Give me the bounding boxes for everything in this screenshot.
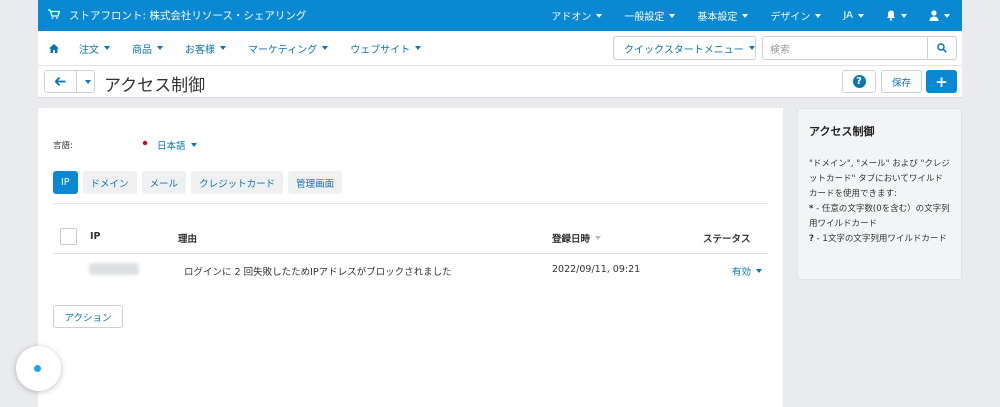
chevron-down-icon (85, 79, 91, 84)
language-label: 言語: (53, 141, 73, 151)
back-button[interactable] (44, 70, 95, 93)
chevron-down-icon (415, 46, 422, 50)
arrow-left-icon[interactable] (45, 71, 77, 92)
table-row: ログインに 2 回失敗したためIPアドレスがブロックされました 2022/09/… (53, 255, 768, 285)
table-header: IP 理由 登録日時 ステータス (53, 226, 768, 254)
chevron-down-icon (742, 13, 749, 18)
chat-logo-icon (34, 365, 41, 372)
menu-design[interactable]: デザイン (770, 8, 822, 23)
add-button[interactable]: + (926, 70, 957, 93)
chevron-down-icon (157, 46, 163, 50)
row-status-dropdown[interactable]: 有効 (732, 264, 763, 278)
storefront-selector[interactable]: ストアフロント: 株式会社リソース・シェアリング (38, 8, 306, 23)
sidebar-text: "ドメイン", "メール" および "クレジットカード" タブにおいてワイルドカ… (809, 157, 950, 247)
tab-domain[interactable]: ドメイン (82, 171, 137, 194)
menu-general-settings[interactable]: 一般設定 (624, 8, 676, 23)
select-all-checkbox[interactable] (60, 228, 77, 245)
main-panel: 言語: 日本語 IP ドメイン メール クレジットカード 管理画面 IP 理由 … (38, 108, 783, 407)
sidebar-title: アクセス制御 (809, 125, 875, 138)
tab-credit-card[interactable]: クレジットカード (191, 171, 284, 194)
menu-basic-settings[interactable]: 基本設定 (697, 8, 749, 23)
nav-customers[interactable]: お客様 (185, 41, 226, 56)
search-button[interactable] (927, 36, 957, 60)
notifications-menu[interactable] (886, 10, 907, 21)
sidebar-line-wildcards: "ドメイン", "メール" および "クレジットカード" タブにおいてワイルドカ… (809, 159, 950, 199)
tab-admin-panel[interactable]: 管理画面 (288, 171, 343, 194)
sidebar-line-question: ? - 1文字の文字列用ワイルドカード (809, 234, 947, 244)
column-header-reason: 理由 (178, 234, 198, 245)
search-input[interactable]: 検索 (762, 36, 928, 60)
chevron-down-icon (815, 13, 822, 18)
row-reason: ログインに 2 回失敗したためIPアドレスがブロックされました (184, 267, 452, 278)
chevron-down-icon (322, 46, 329, 50)
home-link[interactable] (49, 43, 59, 53)
language-selector[interactable]: 日本語 (157, 138, 197, 152)
store-name: ストアフロント: 株式会社リソース・シェアリング (69, 10, 307, 22)
chevron-down-icon (596, 13, 603, 18)
chevron-down-icon (669, 13, 676, 18)
user-menu[interactable] (929, 10, 950, 21)
column-header-ip: IP (90, 231, 101, 242)
user-icon (929, 10, 939, 21)
tab-email[interactable]: メール (141, 171, 187, 194)
plus-icon: + (935, 72, 948, 91)
nav-products[interactable]: 商品 (132, 41, 163, 56)
japan-flag-icon (140, 139, 150, 147)
column-header-status: ステータス (703, 234, 751, 245)
sort-icon (595, 236, 602, 240)
top-bar: ストアフロント: 株式会社リソース・シェアリング アドオン 一般設定 基本設定 … (38, 0, 962, 31)
info-sidebar: アクセス制御 "ドメイン", "メール" および "クレジットカード" タブにお… (797, 108, 962, 280)
cart-icon (48, 9, 61, 22)
page-title: アクセス制御 (104, 76, 206, 96)
chevron-down-icon (944, 13, 950, 18)
question-icon: ? (852, 75, 866, 88)
chevron-down-icon (858, 13, 864, 18)
history-dropdown[interactable] (77, 71, 94, 92)
home-icon (49, 43, 59, 53)
ip-address-redacted (89, 263, 139, 275)
chevron-down-icon (220, 46, 226, 50)
chevron-down-icon (104, 46, 110, 50)
chevron-down-icon (190, 143, 197, 147)
save-button[interactable]: 保存 (881, 70, 922, 93)
chevron-down-icon (901, 13, 907, 18)
tab-ip[interactable]: IP (53, 171, 78, 194)
title-bar: アクセス制御 ? 保存 + (38, 66, 962, 98)
nav-orders[interactable]: 注文 (79, 41, 110, 56)
search-icon (937, 43, 947, 53)
nav-marketing[interactable]: マーケティング (248, 41, 329, 56)
bell-icon (887, 10, 895, 21)
sidebar-line-star: * - 任意の文字数(0を含む）の文字列用ワイルドカード (809, 204, 950, 229)
chat-widget-button[interactable] (16, 346, 61, 391)
action-button[interactable]: アクション (53, 305, 123, 328)
quickstart-menu-button[interactable]: クイックスタートメニュー (613, 36, 756, 60)
column-header-date[interactable]: 登録日時 (552, 231, 602, 245)
menu-language[interactable]: JA (843, 10, 864, 21)
search-placeholder: 検索 (770, 44, 790, 56)
nav-website[interactable]: ウェブサイト (350, 41, 422, 56)
menu-addons[interactable]: アドオン (551, 8, 603, 23)
main-nav: 注文 商品 お客様 マーケティング ウェブサイト クイックスタートメニュー 検索 (38, 31, 962, 66)
divider (53, 203, 768, 204)
row-date: 2022/09/11, 09:21 (552, 264, 641, 275)
chevron-down-icon (748, 46, 755, 50)
help-button[interactable]: ? (842, 70, 876, 93)
chevron-down-icon (756, 269, 763, 273)
tab-bar: IP ドメイン メール クレジットカード 管理画面 (53, 171, 347, 194)
